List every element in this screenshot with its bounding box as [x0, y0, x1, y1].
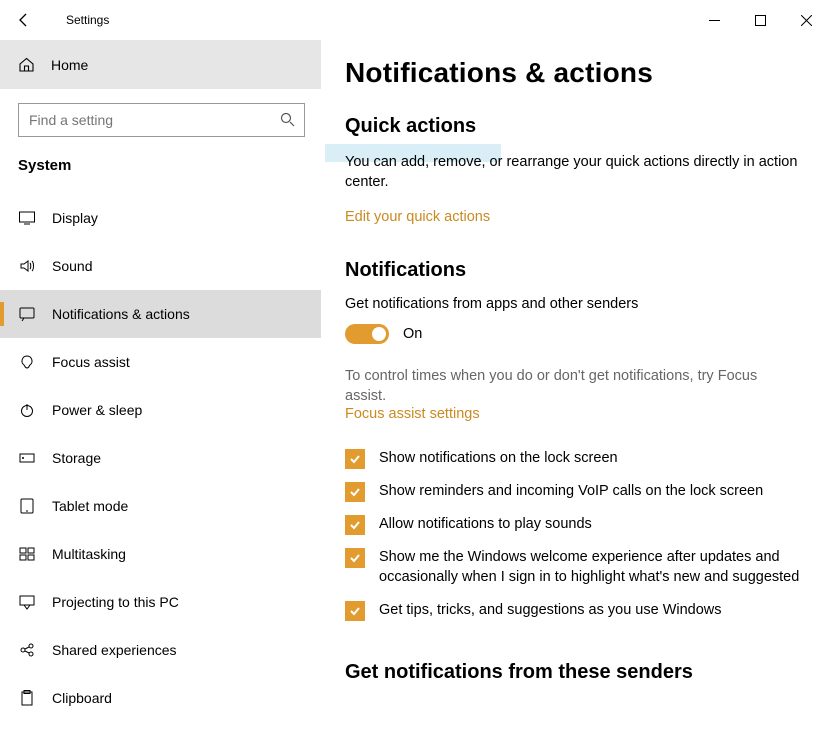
sidebar-item-label: Projecting to this PC [52, 594, 179, 610]
tablet-icon [18, 497, 36, 515]
notifications-heading: Notifications [345, 259, 801, 282]
checkbox-welcome-experience[interactable] [345, 548, 365, 568]
sidebar-item-label: Focus assist [52, 354, 130, 370]
sidebar-item-label: Clipboard [52, 690, 112, 706]
sidebar-item-label: Sound [52, 258, 92, 274]
sidebar-item-label: Power & sleep [52, 402, 142, 418]
home-icon [18, 56, 36, 73]
sidebar-item-notifications[interactable]: Notifications & actions [0, 290, 321, 338]
sidebar: Home System Display Sound Notifications … [0, 40, 321, 730]
clipboard-icon [18, 689, 36, 707]
sidebar-item-label: Display [52, 210, 98, 226]
window-title: Settings [66, 13, 109, 27]
quick-actions-heading: Quick actions [345, 115, 801, 138]
sidebar-item-label: Shared experiences [52, 642, 177, 658]
notifications-master-label: Get notifications from apps and other se… [345, 296, 801, 312]
checkbox-label: Show notifications on the lock screen [379, 448, 618, 468]
checkbox-label: Show me the Windows welcome experience a… [379, 547, 801, 588]
minimize-button[interactable] [691, 5, 737, 35]
notifications-icon [18, 305, 36, 323]
home-button[interactable]: Home [0, 40, 321, 89]
shared-icon [18, 641, 36, 659]
sidebar-item-shared-experiences[interactable]: Shared experiences [0, 626, 321, 674]
sidebar-item-label: Storage [52, 450, 101, 466]
sidebar-item-sound[interactable]: Sound [0, 242, 321, 290]
sidebar-category-title: System [0, 157, 321, 174]
notifications-toggle-state: On [403, 326, 422, 342]
multitasking-icon [18, 545, 36, 563]
sidebar-item-projecting[interactable]: Projecting to this PC [0, 578, 321, 626]
sidebar-item-label: Tablet mode [52, 498, 128, 514]
close-button[interactable] [783, 5, 829, 35]
senders-heading: Get notifications from these senders [345, 661, 801, 684]
edit-quick-actions-link[interactable]: Edit your quick actions [345, 209, 801, 225]
checkbox-voip-lock-screen[interactable] [345, 482, 365, 502]
sidebar-item-power-sleep[interactable]: Power & sleep [0, 386, 321, 434]
power-icon [18, 401, 36, 419]
sidebar-item-tablet-mode[interactable]: Tablet mode [0, 482, 321, 530]
checkbox-tips-tricks[interactable] [345, 601, 365, 621]
sidebar-item-storage[interactable]: Storage [0, 434, 321, 482]
sidebar-item-display[interactable]: Display [0, 194, 321, 242]
content-pane: Notifications & actions Quick actions Yo… [321, 40, 829, 730]
checkbox-play-sounds[interactable] [345, 515, 365, 535]
storage-icon [18, 449, 36, 467]
home-label: Home [51, 57, 88, 73]
display-icon [18, 209, 36, 227]
sidebar-item-label: Multitasking [52, 546, 126, 562]
sidebar-item-multitasking[interactable]: Multitasking [0, 530, 321, 578]
maximize-button[interactable] [737, 5, 783, 35]
back-button[interactable] [8, 5, 38, 35]
sound-icon [18, 257, 36, 275]
sidebar-item-clipboard[interactable]: Clipboard [0, 674, 321, 722]
projecting-icon [18, 593, 36, 611]
page-title: Notifications & actions [345, 57, 801, 89]
sidebar-item-label: Notifications & actions [52, 306, 190, 322]
sidebar-item-focus-assist[interactable]: Focus assist [0, 338, 321, 386]
checkbox-label: Allow notifications to play sounds [379, 514, 592, 534]
focus-assist-settings-link[interactable]: Focus assist settings [345, 406, 801, 422]
search-input[interactable] [18, 103, 305, 137]
checkbox-lock-screen[interactable] [345, 449, 365, 469]
notifications-toggle[interactable] [345, 324, 389, 344]
checkbox-label: Show reminders and incoming VoIP calls o… [379, 481, 763, 501]
focus-assist-icon [18, 353, 36, 371]
titlebar: Settings [0, 0, 829, 40]
search-icon [280, 112, 295, 127]
focus-assist-hint: To control times when you do or don't ge… [345, 366, 801, 407]
quick-actions-description: You can add, remove, or rearrange your q… [345, 152, 801, 193]
checkbox-label: Get tips, tricks, and suggestions as you… [379, 600, 722, 620]
